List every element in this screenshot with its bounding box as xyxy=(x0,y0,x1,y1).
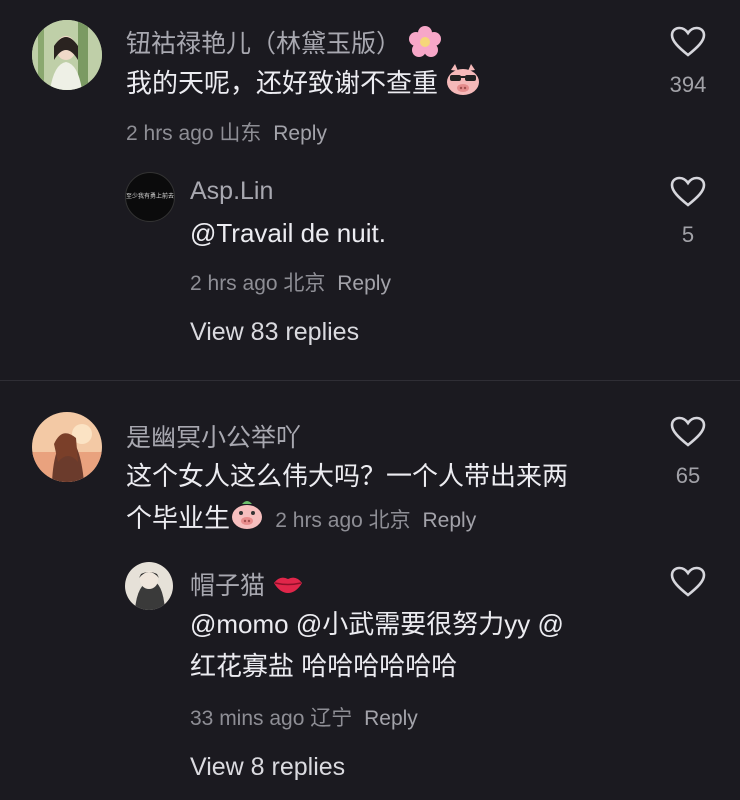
heart-icon xyxy=(670,26,706,57)
comment-location: 山东 xyxy=(219,122,262,145)
reply-button[interactable]: Reply xyxy=(364,707,418,730)
like-button[interactable] xyxy=(670,566,706,603)
view-replies-button[interactable]: View 8 replies xyxy=(190,753,345,782)
username-label: 钮祜禄艳儿（林黛玉版） xyxy=(126,30,402,58)
comment-username[interactable]: 钮祜禄艳儿（林黛玉版） xyxy=(126,24,442,66)
reply-button[interactable]: Reply xyxy=(337,272,391,295)
comment-text-content: 个毕业生 xyxy=(126,503,231,533)
reply-location: 辽宁 xyxy=(310,707,353,730)
comment-text-content: 我的天呢，还好致谢不查重 xyxy=(126,68,439,98)
like-count: 5 xyxy=(681,222,695,247)
sunglasses-pig-emoji xyxy=(445,62,481,108)
like-button[interactable] xyxy=(670,176,706,213)
flower-emoji xyxy=(408,25,442,66)
reply-username[interactable]: 帽子猫 xyxy=(190,566,304,602)
reply-time: 2 hrs ago xyxy=(190,272,278,295)
username-label: 帽子猫 xyxy=(190,572,266,600)
avatar-image xyxy=(32,412,102,482)
avatar[interactable] xyxy=(32,20,102,90)
comment-meta: 2 hrs ago 山东 Reply xyxy=(126,117,327,147)
heart-icon xyxy=(670,566,706,597)
comment-time: 2 hrs ago xyxy=(126,122,214,145)
view-replies-button[interactable]: View 83 replies xyxy=(190,318,359,347)
avatar[interactable] xyxy=(32,412,102,482)
comment-text-line2: 个毕业生 2 hrs ago 北京 Reply xyxy=(126,497,476,542)
reply-username[interactable]: Asp.Lin xyxy=(190,177,273,206)
like-button[interactable] xyxy=(670,26,706,63)
avatar-image xyxy=(32,20,102,90)
avatar-text: 至少我有勇上前去 xyxy=(126,194,175,200)
like-button[interactable] xyxy=(670,416,706,453)
lips-emoji xyxy=(272,573,304,602)
comment-username[interactable]: 是幽冥小公举吖 xyxy=(126,418,301,454)
avatar-image xyxy=(125,562,173,610)
comment-time: 2 hrs ago xyxy=(275,509,363,532)
reply-location: 北京 xyxy=(283,272,326,295)
heart-icon xyxy=(670,416,706,447)
reply-text: @momo @小武需要很努力yy @ xyxy=(190,609,564,639)
reply-meta: 2 hrs ago 北京 Reply xyxy=(190,267,391,297)
avatar[interactable]: 至少我有勇上前去 xyxy=(125,172,175,222)
reply-time: 33 mins ago xyxy=(190,707,305,730)
reply-button[interactable]: Reply xyxy=(273,122,327,145)
comment-meta: 2 hrs ago 北京 Reply xyxy=(275,509,476,532)
reply-text-line2: 红花寡盐 哈哈哈哈哈哈 xyxy=(190,651,458,681)
heart-icon xyxy=(670,176,706,207)
comment-location: 北京 xyxy=(368,509,411,532)
comment-text: 这个女人这么伟大吗？一个人带出来两 xyxy=(126,461,569,491)
comment-text: 我的天呢，还好致谢不查重 xyxy=(126,62,481,108)
reply-button[interactable]: Reply xyxy=(423,509,477,532)
avatar[interactable] xyxy=(125,562,173,610)
pig-face-emoji xyxy=(230,498,264,542)
like-count: 394 xyxy=(669,72,707,97)
reply-text: @Travail de nuit. xyxy=(190,218,386,248)
like-count: 65 xyxy=(675,463,701,488)
reply-meta: 33 mins ago 辽宁 Reply xyxy=(190,702,418,732)
divider xyxy=(0,380,740,381)
